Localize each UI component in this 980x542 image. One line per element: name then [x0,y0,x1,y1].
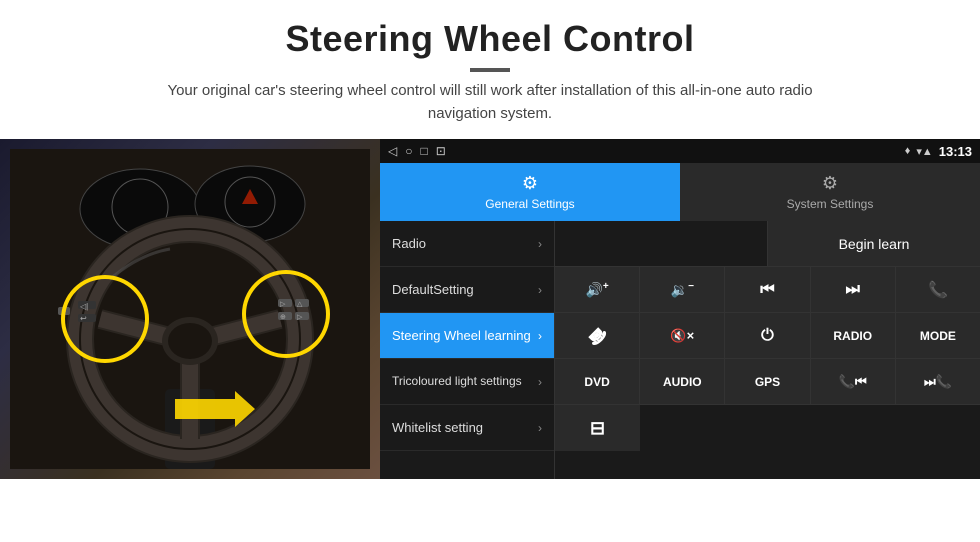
status-indicators: ♦ ▾▲ 13:13 [905,144,972,159]
chevron-icon: › [538,421,542,435]
begin-learn-button[interactable]: Begin learn [768,221,980,266]
vol-down-icon: 🔉− [671,281,694,299]
power-button[interactable]: ⏻ [725,313,810,358]
mute-icon: 🔇× [670,328,694,344]
phone-next-icon: ⏭📞 [924,374,952,390]
left-menu: Radio › DefaultSetting › Steering Wheel … [380,221,555,479]
begin-learn-row: Begin learn [555,221,980,267]
phone-icon: 📞 [928,280,948,300]
status-bar: ◁ ○ □ ⊡ ♦ ▾▲ 13:13 [380,139,980,163]
page-title: Steering Wheel Control [20,18,960,60]
phone-button[interactable]: 📞 [896,267,980,312]
radio-button[interactable]: RADIO [811,313,896,358]
gps-button[interactable]: GPS [725,359,810,404]
tricolour-label: Tricoloured light settings [392,374,522,388]
whitelist-label: Whitelist setting [392,420,483,435]
nav-controls: ◁ ○ □ ⊡ [388,144,446,158]
page-header: Steering Wheel Control Your original car… [0,0,980,139]
menu-item-default[interactable]: DefaultSetting › [380,267,554,313]
menu-item-tricolour[interactable]: Tricoloured light settings › [380,359,554,405]
phone-prev-icon: 📞⏮ [839,374,867,390]
clock: 13:13 [939,144,972,159]
tab-system-settings[interactable]: ⚙ System Settings [680,163,980,221]
empty-cell [555,221,768,266]
audio-button[interactable]: AUDIO [640,359,725,404]
svg-text:⊕: ⊕ [280,314,286,321]
prev-track-button[interactable]: ⏮ [725,267,810,312]
nav-home-icon[interactable]: ○ [405,144,412,158]
page-subtitle: Your original car's steering wheel contr… [140,80,840,125]
menu-item-whitelist[interactable]: Whitelist setting › [380,405,554,451]
chevron-icon: › [538,329,542,343]
next-track-button[interactable]: ⏭ [811,267,896,312]
gear-icon: ⚙ [522,173,538,194]
svg-text:◁|: ◁| [80,302,88,311]
phone-prev-button[interactable]: 📞⏮ [811,359,896,404]
hang-up-icon: ☎ [583,321,611,349]
mode-button[interactable]: MODE [896,313,980,358]
chevron-icon: › [538,375,542,389]
radio-label: Radio [392,236,426,251]
system-icon: ⚙ [822,173,838,194]
right-controls: Begin learn 🔊+ 🔉− ⏮ ⏭ [555,221,980,479]
control-row-4: ⊟ [555,405,980,451]
svg-text:△: △ [297,301,303,308]
svg-text:↩: ↩ [80,314,87,323]
mode-label: MODE [920,329,956,343]
vol-up-icon: 🔊+ [585,281,608,299]
svg-text:▷: ▷ [297,314,303,321]
next-track-icon: ⏭ [846,281,860,299]
tab-system-label: System Settings [787,197,874,211]
tab-bar: ⚙ General Settings ⚙ System Settings [380,163,980,221]
mute-button[interactable]: 🔇× [640,313,725,358]
power-icon: ⏻ [761,327,774,345]
hang-up-button[interactable]: ☎ [555,313,640,358]
menu-controls-area: Radio › DefaultSetting › Steering Wheel … [380,221,980,479]
signal-icon: ▾▲ [916,145,932,158]
menu-item-steering[interactable]: Steering Wheel learning › [380,313,554,359]
tab-general-label: General Settings [485,197,574,211]
chevron-icon: › [538,283,542,297]
svg-text:▷: ▷ [280,301,286,308]
head-unit: ◁ ○ □ ⊡ ♦ ▾▲ 13:13 ⚙ General Settings ⚙ … [380,139,980,479]
tab-general-settings[interactable]: ⚙ General Settings [380,163,680,221]
car-image-area: + - ◁| ↩ ▷ △ ⊕ ▷ [0,139,380,479]
control-row-3: DVD AUDIO GPS 📞⏮ ⏭📞 [555,359,980,405]
default-label: DefaultSetting [392,282,474,297]
nav-extra-icon[interactable]: ⊡ [436,144,446,158]
nav-back-icon[interactable]: ◁ [388,144,397,158]
title-divider [470,68,510,72]
gps-label: GPS [755,375,780,389]
radio-label: RADIO [833,329,872,343]
audio-label: AUDIO [663,375,702,389]
chevron-icon: › [538,237,542,251]
menu-item-radio[interactable]: Radio › [380,221,554,267]
nav-recent-icon[interactable]: □ [420,144,427,158]
eq-icon: ⊟ [590,418,605,439]
prev-track-icon: ⏮ [760,281,774,299]
main-content: + - ◁| ↩ ▷ △ ⊕ ▷ ◁ [0,139,980,479]
control-row-2: ☎ 🔇× ⏻ RADIO MODE [555,313,980,359]
volume-up-button[interactable]: 🔊+ [555,267,640,312]
volume-down-button[interactable]: 🔉− [640,267,725,312]
control-row-1: 🔊+ 🔉− ⏮ ⏭ 📞 [555,267,980,313]
phone-next-button[interactable]: ⏭📞 [896,359,980,404]
steering-label: Steering Wheel learning [392,328,531,343]
dvd-button[interactable]: DVD [555,359,640,404]
eq-button[interactable]: ⊟ [555,405,640,451]
dvd-label: DVD [584,375,609,389]
location-icon: ♦ [905,145,911,157]
